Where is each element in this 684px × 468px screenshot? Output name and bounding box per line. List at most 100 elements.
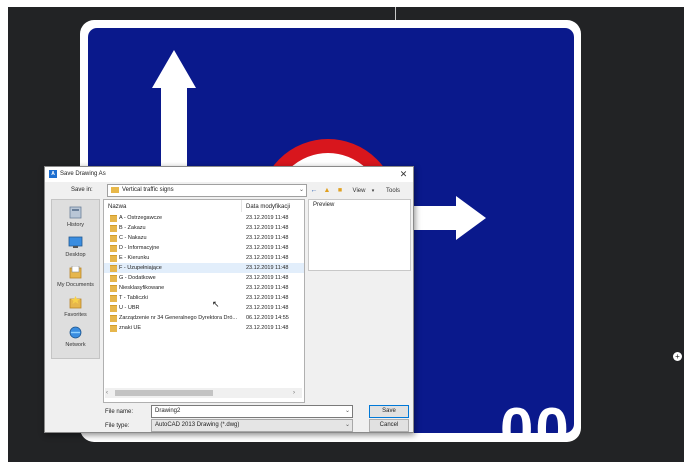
file-name: F - Uzupełniające [119, 265, 162, 271]
scrollbar-thumb[interactable] [115, 390, 213, 396]
place-label: Favorites [64, 312, 87, 318]
file-date: 23.12.2019 11:48 [246, 285, 289, 291]
file-date: 06.12.2019 14:55 [246, 315, 289, 321]
place-label: Desktop [65, 252, 86, 258]
up-folder-icon[interactable]: ▲ [322, 186, 332, 196]
file-row[interactable]: T - Tabliczki 23.12.2019 11:48 [104, 293, 304, 303]
file-date: 23.12.2019 11:48 [246, 255, 289, 261]
folder-icon [110, 245, 117, 252]
folder-icon [110, 285, 117, 292]
column-divider[interactable] [241, 200, 242, 212]
file-name: Zarządzenie nr 34 Generalnego Dyrektora … [119, 315, 238, 321]
chevron-down-icon[interactable]: ⌄ [345, 407, 350, 414]
file-name-value: Drawing2 [155, 408, 181, 414]
file-name: E - Kierunku [119, 255, 150, 261]
file-row-selected[interactable]: F - Uzupełniające 23.12.2019 11:48 [104, 263, 304, 273]
file-name: G - Dodatkowe [119, 275, 156, 281]
network-icon [69, 326, 82, 339]
horizontal-scrollbar[interactable]: ‹ › [105, 388, 302, 398]
save-drawing-dialog: A Save Drawing As ✕ Save in: Vertical tr… [44, 166, 414, 433]
tools-menu-button[interactable]: Tools [378, 186, 408, 196]
folder-icon [110, 265, 117, 272]
file-type-dropdown[interactable]: AutoCAD 2013 Drawing (*.dwg) ⌄ [151, 419, 353, 432]
folder-icon [110, 315, 117, 322]
file-date: 23.12.2019 11:48 [246, 275, 289, 281]
place-label: History [66, 222, 85, 228]
file-row[interactable]: A - Ostrzegawcze 23.12.2019 11:48 [104, 213, 304, 223]
place-network[interactable]: Network [52, 324, 99, 354]
viewport-control-icon[interactable]: + [673, 352, 682, 361]
save-in-label: Save in: [71, 187, 93, 193]
save-in-dropdown[interactable]: Vertical traffic signs ⌄ [107, 184, 307, 197]
favorites-icon [69, 296, 82, 309]
cancel-button[interactable]: Cancel [369, 419, 409, 432]
file-name-label: File name: [105, 409, 134, 415]
preview-pane: Preview [308, 199, 411, 271]
file-row[interactable]: B - Zakazu 23.12.2019 11:48 [104, 223, 304, 233]
file-name: C - Nakazu [119, 235, 147, 241]
places-sidebar: History Desktop My Documents Favorites N… [51, 199, 100, 359]
folder-icon [111, 187, 119, 193]
view-caret-icon[interactable]: ▾ [370, 186, 376, 196]
desktop-icon [68, 236, 83, 248]
folder-icon [110, 275, 117, 282]
sort-arrow-icon: ^ [173, 199, 176, 204]
file-name: D - Informacyjne [119, 245, 160, 251]
file-date: 23.12.2019 11:48 [246, 235, 289, 241]
folder-icon [110, 215, 117, 222]
file-row[interactable]: Niesklasyfikowane 23.12.2019 11:48 [104, 283, 304, 293]
file-type-value: AutoCAD 2013 Drawing (*.dwg) [155, 422, 240, 428]
file-row[interactable]: Zarządzenie nr 34 Generalnego Dyrektora … [104, 313, 304, 323]
scroll-left-icon[interactable]: ‹ [106, 388, 114, 398]
scroll-right-icon[interactable]: › [293, 388, 301, 398]
file-date: 23.12.2019 11:48 [246, 225, 289, 231]
column-header-date[interactable]: Data modyfikacji [246, 204, 290, 210]
column-header-name[interactable]: Nazwa [108, 204, 126, 210]
file-name: T - Tabliczki [119, 295, 148, 301]
file-row[interactable]: G - Dodatkowe 23.12.2019 11:48 [104, 273, 304, 283]
folder-icon [110, 295, 117, 302]
back-arrow-icon[interactable]: ← [309, 186, 319, 196]
folder-icon [110, 235, 117, 242]
file-date: 23.12.2019 11:48 [246, 215, 289, 221]
file-date: 23.12.2019 11:48 [246, 265, 289, 271]
file-date: 23.12.2019 11:48 [246, 295, 289, 301]
file-name-input[interactable]: Drawing2 ⌄ [151, 405, 353, 418]
file-row[interactable]: U - UBR 23.12.2019 11:48 [104, 303, 304, 313]
save-in-value: Vertical traffic signs [122, 187, 174, 193]
file-name: A - Ostrzegawcze [119, 215, 163, 221]
folder-icon [110, 225, 117, 232]
file-row[interactable]: C - Nakazu 23.12.2019 11:48 [104, 233, 304, 243]
folder-icon [110, 255, 117, 262]
up-arrow-shape [152, 50, 196, 178]
file-date: 23.12.2019 11:48 [246, 325, 289, 331]
file-date: 23.12.2019 11:48 [246, 305, 289, 311]
folder-icon [110, 325, 117, 332]
file-list[interactable]: ^ Nazwa Data modyfikacji A - Ostrzegawcz… [103, 199, 305, 403]
documents-icon [69, 266, 82, 279]
file-name: Niesklasyfikowane [119, 285, 165, 291]
chevron-down-icon: ⌄ [298, 187, 304, 193]
place-label: My Documents [57, 282, 94, 288]
file-row[interactable]: znaki UE 23.12.2019 11:48 [104, 323, 304, 333]
file-row[interactable]: E - Kierunku 23.12.2019 11:48 [104, 253, 304, 263]
save-button[interactable]: Save [369, 405, 409, 418]
file-name: B - Zakazu [119, 225, 146, 231]
place-label: Network [65, 342, 86, 348]
sign-distance-text: 00m [500, 396, 574, 434]
file-name: U - UBR [119, 305, 140, 311]
place-history[interactable]: History [52, 204, 99, 234]
chevron-down-icon: ⌄ [344, 422, 350, 428]
file-date: 23.12.2019 11:48 [246, 245, 289, 251]
mouse-pointer-icon: ↖ [212, 299, 220, 309]
folder-icon [110, 305, 117, 312]
place-desktop[interactable]: Desktop [52, 234, 99, 264]
dialog-titlebar[interactable]: A Save Drawing As ✕ [45, 167, 413, 182]
place-my-documents[interactable]: My Documents [52, 264, 99, 294]
autocad-app-icon: A [49, 170, 57, 178]
view-menu-button[interactable]: View [348, 186, 370, 196]
place-favorites[interactable]: Favorites [52, 294, 99, 324]
close-icon[interactable]: ✕ [398, 169, 409, 180]
new-folder-icon[interactable]: ■ [335, 186, 345, 196]
file-row[interactable]: D - Informacyjne 23.12.2019 11:48 [104, 243, 304, 253]
